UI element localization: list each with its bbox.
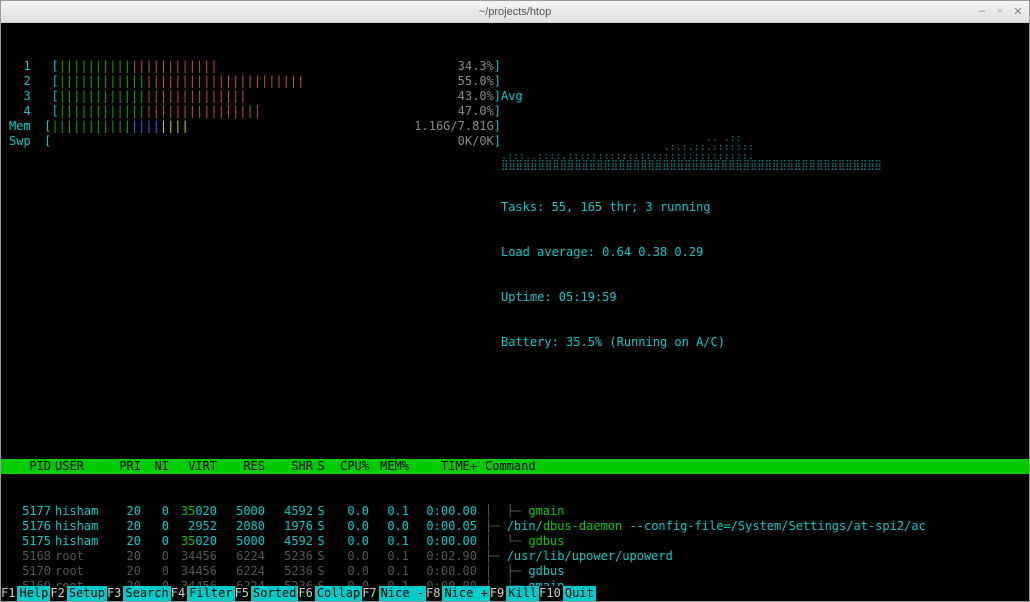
fkey-f10[interactable]: F10Quit [539,586,596,601]
fkey-f6[interactable]: F6Collap [298,586,362,601]
col-shr[interactable]: SHR [265,459,313,474]
mem-meter: Mem [|||||||||||||||||||1.16G/7.81G] [9,119,501,134]
fkey-f8[interactable]: F8Nice + [426,586,490,601]
tasks-line: Tasks: 55, 165 thr; 3 running [501,200,1021,215]
cpu-meter: 4 [||||||||||||||||||||||||||||47.0%] [9,104,501,119]
col-user[interactable]: USER [51,459,107,474]
cpu-graph-icon: .. .:: .:.:.::.::::::: .:::..::::.::::::… [501,134,1021,170]
col-time[interactable]: TIME+ [409,459,477,474]
table-header[interactable]: PID USER PRI NI VIRT RES SHR S CPU% MEM%… [1,459,1029,474]
terminal-content: 1 [||||||||||||||||||||||34.3%] 2 [|||||… [1,23,1029,601]
col-s[interactable]: S [313,459,329,474]
cpu-meter: 1 [||||||||||||||||||||||34.3%] [9,59,501,74]
col-virt[interactable]: VIRT [169,459,217,474]
fkey-f3[interactable]: F3Search [107,586,171,601]
fkey-f7[interactable]: F7Nice - [362,586,426,601]
avg-label: Avg [501,89,1021,104]
uptime-line: Uptime: 05:19:59 [501,290,1021,305]
fkey-f9[interactable]: F9Kill [490,586,539,601]
minimize-icon[interactable]: ‒ [975,5,989,18]
col-cpu[interactable]: CPU% [329,459,369,474]
fkey-f5[interactable]: F5Sorted [235,586,299,601]
cpu-meters: 1 [||||||||||||||||||||||34.3%] 2 [|||||… [9,59,501,380]
terminal-window: ~/projects/htop ‒ ▫ ✕ 1 [|||||||||||||||… [0,0,1030,602]
titlebar[interactable]: ~/projects/htop ‒ ▫ ✕ [1,1,1029,23]
window-title: ~/projects/htop [479,6,551,18]
fkey-f1[interactable]: F1Help [1,586,50,601]
table-row[interactable]: 5168root2003445662245236S0.00.10:02.90├─… [9,549,1021,564]
col-pri[interactable]: PRI [107,459,141,474]
col-mem[interactable]: MEM% [369,459,409,474]
process-table[interactable]: PID USER PRI NI VIRT RES SHR S CPU% MEM%… [9,429,1021,601]
loadavg-line: Load average: 0.64 0.38 0.29 [501,245,1021,260]
col-ni[interactable]: NI [141,459,169,474]
col-cmd[interactable]: Command [477,459,1021,474]
col-res[interactable]: RES [217,459,265,474]
cpu-meter: 3 [||||||||||||||||||||||||||43.0%] [9,89,501,104]
table-row[interactable]: 5177hisham2003502050004592S0.00.10:00.00… [9,504,1021,519]
close-icon[interactable]: ✕ [1011,5,1025,18]
col-pid[interactable]: PID [9,459,51,474]
table-row[interactable]: 5175hisham2003502050004592S0.00.10:00.00… [9,534,1021,549]
table-row[interactable]: 5170root2003445662245236S0.00.10:00.00│ … [9,564,1021,579]
fkey-f2[interactable]: F2Setup [50,586,107,601]
maximize-icon[interactable]: ▫ [993,5,1007,18]
cpu-meter: 2 [||||||||||||||||||||||||||||||||||55.… [9,74,501,89]
table-row[interactable]: 5176hisham200295220801976S0.00.00:00.05├… [9,519,1021,534]
system-info: Avg .. .:: .:.:.::.::::::: .:::..::::.::… [501,59,1021,380]
swp-meter: Swp [0K/0K] [9,134,501,149]
fkey-f4[interactable]: F4Filter [171,586,235,601]
battery-line: Battery: 35.5% (Running on A/C) [501,335,1021,350]
function-keys: F1HelpF2SetupF3SearchF4FilterF5SortedF6C… [1,586,1029,601]
